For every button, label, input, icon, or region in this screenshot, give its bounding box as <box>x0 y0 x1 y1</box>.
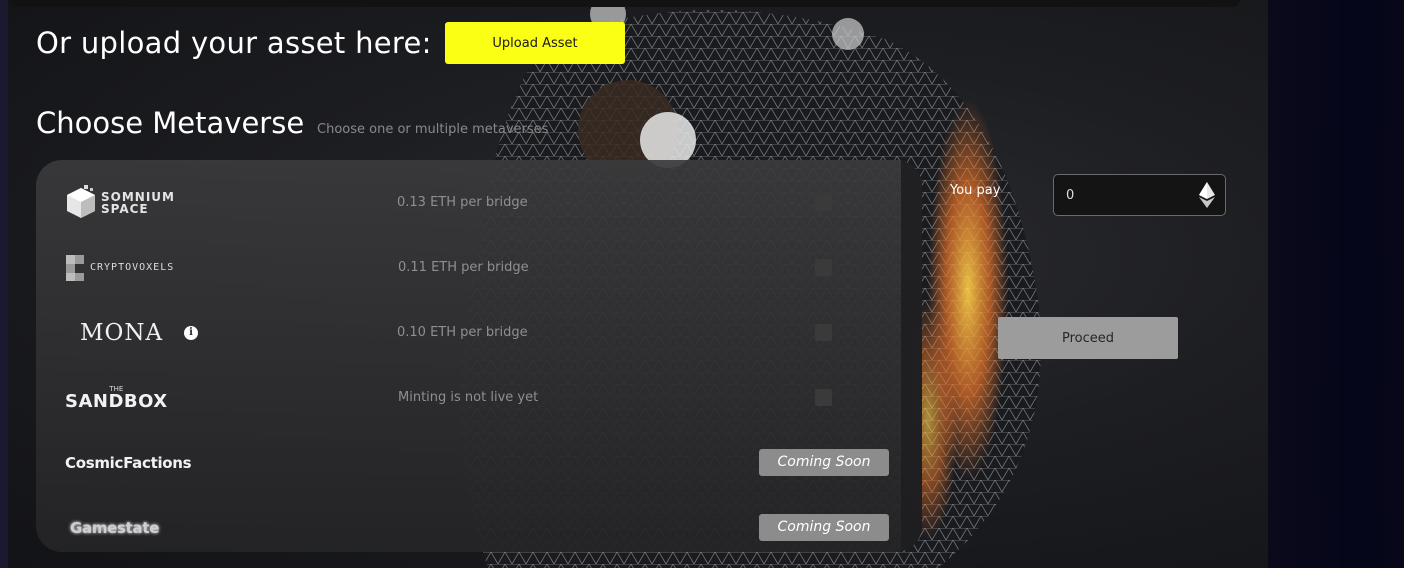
ethereum-icon <box>1199 182 1215 208</box>
proceed-button[interactable]: Proceed <box>998 317 1178 359</box>
mona-logo: MONA <box>80 300 163 365</box>
metaverse-list-panel: SOMNIUM SPACE 0.13 ETH per bridge CRYPTO… <box>36 160 922 552</box>
cryptovoxels-logo: CRYPTOVOXELS <box>64 235 174 300</box>
payment-amount-input[interactable] <box>1064 184 1188 206</box>
sandbox-status: Minting is not live yet <box>398 390 539 405</box>
gamestate-logo-text: Gamestate <box>70 518 160 537</box>
metaverse-row-gamestate: Gamestate Coming Soon <box>36 495 901 552</box>
sandbox-logo-text: SANDBOX <box>65 390 168 412</box>
metaverse-row-somnium-space: SOMNIUM SPACE 0.13 ETH per bridge <box>36 170 901 235</box>
you-pay-label: You pay <box>950 183 1001 198</box>
left-edge <box>0 0 8 568</box>
somnium-logo-text-1: SOMNIUM <box>101 189 175 204</box>
mona-checkbox[interactable] <box>815 324 832 341</box>
right-background <box>1268 0 1404 568</box>
cryptovoxels-price: 0.11 ETH per bridge <box>398 260 529 275</box>
metaverse-row-cosmic-factions: CosmicFactions Coming Soon <box>36 430 901 495</box>
coming-soon-badge: Coming Soon <box>759 449 889 476</box>
somnium-logo-text-2: SPACE <box>101 201 149 216</box>
cosmic-factions-logo-text: CosmicFactions <box>65 453 192 472</box>
cryptovoxels-logo-text: CRYPTOVOXELS <box>90 262 175 273</box>
somnium-price: 0.13 ETH per bridge <box>397 195 528 210</box>
gamestate-logo: Gamestate <box>70 495 159 552</box>
payment-field[interactable] <box>1053 174 1226 216</box>
metaverse-row-cryptovoxels: CRYPTOVOXELS 0.11 ETH per bridge <box>36 235 901 300</box>
mona-logo-text: MONA <box>80 319 164 346</box>
cosmic-factions-logo: CosmicFactions <box>65 430 192 495</box>
metaverse-row-sandbox: THE SANDBOX Minting is not live yet <box>36 365 901 430</box>
metaverse-row-mona: MONA i 0.10 ETH per bridge <box>36 300 901 365</box>
sandbox-checkbox[interactable] <box>815 389 832 406</box>
upload-asset-button[interactable]: Upload Asset <box>445 22 625 64</box>
main-stage: Or upload your asset here: Upload Asset … <box>8 0 1268 568</box>
somnium-cube-icon <box>67 184 95 218</box>
top-bar <box>8 0 1240 7</box>
mona-price: 0.10 ETH per bridge <box>397 325 528 340</box>
info-icon[interactable]: i <box>184 326 198 340</box>
choose-metaverse-subtitle: Choose one or multiple metaverses <box>317 122 549 137</box>
upload-heading: Or upload your asset here: <box>36 26 432 60</box>
cryptovoxels-checkbox[interactable] <box>815 259 832 276</box>
choose-metaverse-heading: Choose Metaverse <box>36 106 305 140</box>
coming-soon-badge: Coming Soon <box>759 514 889 541</box>
somnium-space-logo: SOMNIUM SPACE <box>64 170 175 235</box>
cryptovoxels-icon <box>66 254 84 281</box>
sandbox-logo: THE SANDBOX <box>65 365 168 430</box>
somnium-checkbox[interactable] <box>815 194 832 211</box>
panel-scrollbar[interactable] <box>901 160 922 552</box>
